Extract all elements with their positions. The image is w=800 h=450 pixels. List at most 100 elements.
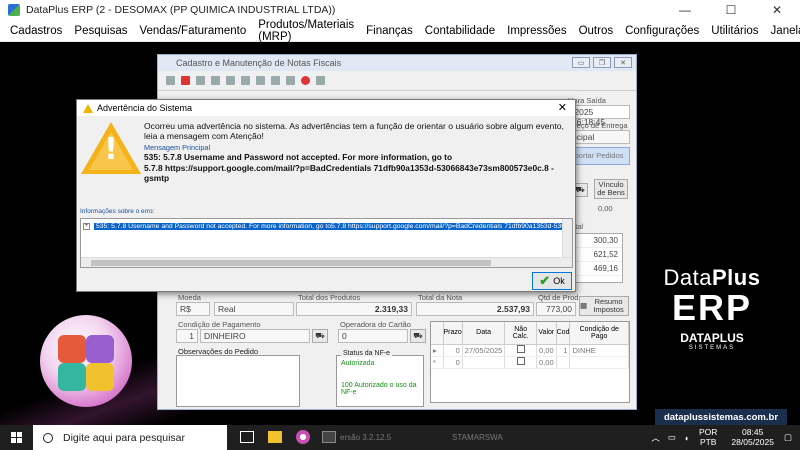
puzzle-piece-icon: [86, 363, 114, 391]
principal-field[interactable]: ncipal: [568, 130, 630, 144]
menu-impressoes[interactable]: Impressões: [507, 25, 566, 37]
menu-contabilidade[interactable]: Contabilidade: [425, 25, 495, 37]
importar-pedidos-button[interactable]: portar Pedidos: [568, 147, 630, 165]
cond-pagamento-lookup-icon[interactable]: ⛟: [312, 329, 328, 343]
menu-janelas[interactable]: Janelas: [771, 25, 800, 37]
grid-header-data[interactable]: Data: [462, 322, 506, 345]
menu-produtos-materiais[interactable]: Produtos/Materiais (MRP): [258, 19, 354, 43]
menu-configuracoes[interactable]: Configurações: [625, 25, 699, 37]
table-row[interactable]: * 0 0,00: [431, 356, 629, 369]
error-info-tree[interactable]: + 535: 5.7.8 Username and Password not a…: [80, 218, 573, 268]
operadora-cartao-field[interactable]: 0: [338, 329, 408, 343]
taskbar-clock[interactable]: 08:45 28/05/2025: [731, 427, 774, 448]
cell-nao-calc[interactable]: [504, 344, 538, 357]
maximize-button[interactable]: ☐: [708, 0, 754, 20]
grid-header-cod[interactable]: Cod: [556, 322, 571, 345]
moeda-code-field[interactable]: R$: [176, 302, 210, 316]
menu-outros[interactable]: Outros: [579, 25, 614, 37]
menu-pesquisas[interactable]: Pesquisas: [74, 25, 127, 37]
new-icon[interactable]: [166, 76, 175, 85]
dialog-titlebar: Advertência do Sistema ✕: [77, 100, 575, 116]
cell-valor[interactable]: 0,00: [536, 356, 557, 369]
cond-pagamento-field[interactable]: DINHEIRO: [200, 329, 310, 343]
brand-company-text: DATAPLUS: [680, 331, 744, 345]
nao-calc-checkbox[interactable]: [516, 345, 525, 353]
move-icon[interactable]: [256, 76, 265, 85]
cell-prazo[interactable]: 0: [443, 344, 463, 357]
print-icon[interactable]: [211, 76, 220, 85]
version-text: ersão 3.2.12.5: [340, 433, 392, 442]
hora-saida-field[interactable]: /2025 16:18:45: [568, 105, 630, 127]
cond-pagamento-code-field[interactable]: 1: [176, 329, 198, 343]
file-explorer-icon[interactable]: [268, 431, 282, 443]
windows-start-icon[interactable]: [11, 431, 23, 444]
chevron-up-icon[interactable]: ︿: [651, 432, 660, 444]
dropdown-icon[interactable]: [286, 76, 295, 85]
grid-header-valor[interactable]: Valor: [536, 322, 557, 345]
puzzle-logo-icon: [40, 315, 132, 407]
cell-cod[interactable]: 1: [556, 344, 571, 357]
operadora-cartao-label: Operadora do Cartão: [340, 320, 411, 329]
cancel-icon[interactable]: [181, 76, 190, 85]
dataplus-taskbar-icon[interactable]: [296, 430, 310, 444]
menu-cadastros[interactable]: Cadastros: [10, 25, 62, 37]
moeda-name-field[interactable]: Real: [214, 302, 294, 316]
brand-logo: DataPlus ERP DATAPLUS SISTEMAS: [652, 265, 772, 351]
menu-utilitarios[interactable]: Utilitários: [711, 25, 758, 37]
dialog-title: Advertência do Sistema: [97, 103, 193, 113]
cell-condicao[interactable]: DINHE: [569, 344, 629, 357]
email-icon[interactable]: [316, 76, 325, 85]
app-title: DataPlus ERP (2 - DESOMAX (PP QUIMICA IN…: [26, 4, 336, 16]
network-icon[interactable]: ▭: [668, 432, 676, 443]
ok-button[interactable]: ✔ Ok: [532, 272, 572, 290]
nao-calc-checkbox[interactable]: [516, 357, 525, 365]
tree-row[interactable]: + 535: 5.7.8 Username and Password not a…: [83, 221, 563, 231]
cell-valor[interactable]: 0,00: [536, 344, 557, 357]
taskbar-search-box[interactable]: Digite aqui para pesquisar: [33, 425, 227, 450]
horizontal-scrollbar[interactable]: [81, 257, 572, 267]
minimize-button[interactable]: —: [662, 0, 708, 20]
menu-vendas-faturamento[interactable]: Vendas/Faturamento: [139, 25, 246, 37]
grid-header-prazo[interactable]: Prazo: [443, 322, 463, 345]
volume-icon[interactable]: ◖: [684, 433, 689, 443]
inner-minimize-button[interactable]: ▭: [572, 57, 590, 68]
scrollbar-thumb[interactable]: [91, 260, 491, 266]
cell-data[interactable]: [462, 356, 506, 369]
app-taskbar-icon[interactable]: [322, 431, 336, 443]
language-bottom: PTB: [699, 436, 717, 447]
tree-row-text[interactable]: 535: 5.7.8 Username and Password not acc…: [93, 222, 563, 230]
copy-icon[interactable]: [241, 76, 250, 85]
expand-icon[interactable]: +: [83, 222, 90, 230]
cell-nao-calc[interactable]: [504, 356, 538, 369]
cell-prazo[interactable]: 0: [443, 356, 463, 369]
close-button[interactable]: ✕: [754, 0, 800, 20]
operadora-lookup-icon[interactable]: ⛟: [410, 329, 426, 343]
resumo-impostos-button[interactable]: ▦ Resumo Impostos: [579, 296, 629, 316]
vinculo-bens-button[interactable]: Vínculo de Bens: [594, 179, 628, 199]
inner-window-controls: ▭ ❐ ✕: [572, 57, 632, 68]
notification-icon[interactable]: ▢: [784, 432, 792, 443]
grid-header-nao-calc[interactable]: Não Calc.: [504, 322, 538, 345]
inner-restore-button[interactable]: ❐: [593, 57, 611, 68]
dialog-close-button[interactable]: ✕: [558, 101, 567, 114]
window-controls: — ☐ ✕: [662, 0, 800, 20]
language-indicator[interactable]: POR PTB: [699, 427, 717, 448]
cell-cod[interactable]: [556, 356, 571, 369]
block-icon[interactable]: [301, 76, 310, 85]
undo-icon[interactable]: [226, 76, 235, 85]
puzzle-piece-icon: [58, 335, 86, 363]
cell-condicao[interactable]: [569, 356, 629, 369]
save-icon[interactable]: [196, 76, 205, 85]
inner-close-button[interactable]: ✕: [614, 57, 632, 68]
tools-icon[interactable]: [271, 76, 280, 85]
menu-financas[interactable]: Finanças: [366, 25, 413, 37]
observacoes-textarea[interactable]: [176, 355, 300, 407]
row-marker: *: [431, 356, 444, 369]
table-row[interactable]: ▸ 0 27/05/2025 0,00 1 DINHE: [431, 344, 629, 357]
nfe-status-message: 100 Autorizado o uso da NF-e: [341, 382, 417, 396]
main-message: 535: 5.7.8 Username and Password not acc…: [144, 152, 554, 183]
vertical-scrollbar[interactable]: [562, 219, 572, 259]
task-view-icon[interactable]: [240, 431, 254, 443]
grid-header-condicao[interactable]: Condição de Pago: [569, 322, 629, 345]
cell-data[interactable]: 27/05/2025: [462, 344, 506, 357]
